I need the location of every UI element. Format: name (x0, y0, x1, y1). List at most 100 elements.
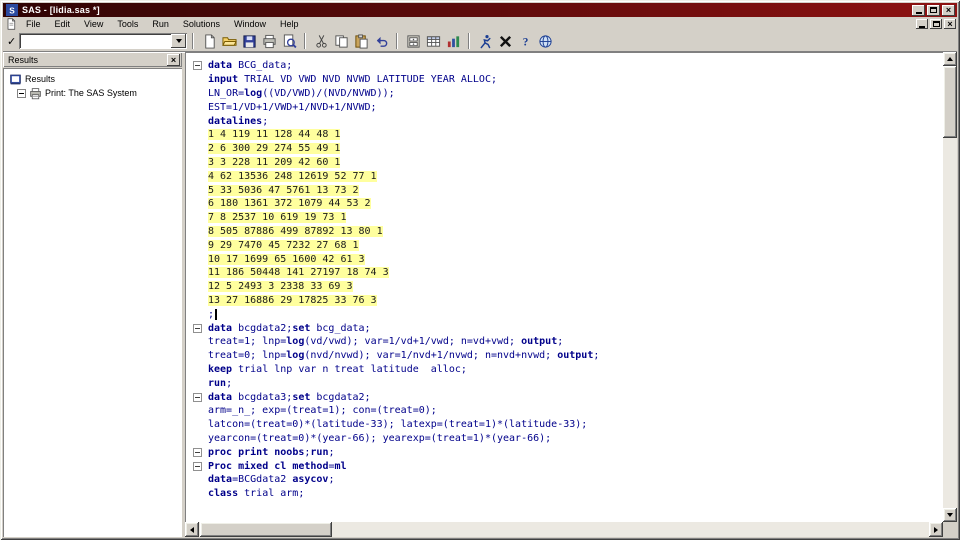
code-line[interactable]: Proc mixed cl method=ml (186, 459, 943, 473)
vertical-scroll-thumb[interactable] (943, 66, 957, 138)
title-bar[interactable]: S SAS - [lidia.sas *] × (3, 3, 957, 17)
command-input[interactable] (19, 35, 172, 47)
code-line[interactable]: 11 186 50448 141 27197 18 74 3 (186, 266, 943, 280)
tree-item[interactable]: Print: The SAS System (5, 86, 180, 100)
results-close-button[interactable]: × (167, 53, 180, 66)
code-line[interactable]: 4 62 13536 248 12619 52 77 1 (186, 169, 943, 183)
code-line[interactable]: treat=1; lnp=log(vd/vwd); var=1/vd+1/vwd… (186, 335, 943, 349)
new-library-button[interactable] (403, 32, 423, 50)
submit-run-button[interactable] (475, 32, 495, 50)
code-text: EST=1/VD+1/VWD+1/NVD+1/NVWD; (208, 101, 377, 113)
code-line[interactable]: keep trial lnp var n treat latitude allo… (186, 363, 943, 377)
code-line[interactable]: datalines; (186, 114, 943, 128)
table-editor-button[interactable] (423, 32, 443, 50)
menu-edit[interactable]: Edit (48, 18, 78, 30)
code-line[interactable]: class trial arm; (186, 487, 943, 501)
scroll-down-button[interactable] (943, 508, 957, 522)
print-preview-button[interactable] (279, 32, 299, 50)
chevron-down-icon (175, 39, 182, 43)
code-line[interactable]: 10 17 1699 65 1600 42 61 3 (186, 252, 943, 266)
code-line[interactable]: LN_OR=log((VD/VWD)/(NVD/NVWD)); (186, 87, 943, 101)
new-document-button[interactable] (199, 32, 219, 50)
child-restore-button[interactable] (930, 19, 942, 29)
code-text: 4 62 13536 248 12619 52 77 1 (208, 170, 377, 182)
results-panel-header[interactable]: Results × (3, 52, 182, 67)
code-line[interactable]: arm=_n_; exp=(treat=1); con=(treat=0); (186, 404, 943, 418)
code-text: proc print noobs;run; (208, 446, 335, 458)
menu-file[interactable]: File (19, 18, 48, 30)
fold-gutter[interactable] (186, 323, 208, 333)
fold-minus-icon[interactable] (192, 447, 202, 457)
code-line[interactable]: ; (186, 307, 943, 321)
undo-button[interactable] (371, 32, 391, 50)
fold-minus-icon[interactable] (192, 392, 202, 402)
code-line[interactable]: 8 505 87886 499 87892 13 80 1 (186, 225, 943, 239)
code-lines: data BCG_data; input TRIAL VD VWD NVD NVW… (186, 59, 943, 501)
minimize-button[interactable] (912, 4, 925, 16)
menu-run[interactable]: Run (145, 18, 176, 30)
paste-button[interactable] (351, 32, 371, 50)
code-line[interactable]: input TRIAL VD VWD NVD NVWD LATITUDE YEA… (186, 73, 943, 87)
fold-minus-icon[interactable] (192, 61, 202, 71)
code-line[interactable]: EST=1/VD+1/VWD+1/NVD+1/NVWD; (186, 100, 943, 114)
break-button[interactable] (495, 32, 515, 50)
code-text: data=BCGdata2 asycov; (208, 474, 335, 486)
sas-logo-icon[interactable]: S (6, 4, 18, 16)
command-check-icon[interactable]: ✓ (7, 35, 16, 48)
code-line[interactable]: 9 29 7470 45 7232 27 68 1 (186, 238, 943, 252)
online-docs-button[interactable] (535, 32, 555, 50)
code-line[interactable]: data=BCGdata2 asycov; (186, 473, 943, 487)
scroll-right-button[interactable] (929, 522, 943, 537)
menu-view[interactable]: View (77, 18, 110, 30)
code-line[interactable]: treat=0; lnp=log(nvd/nvwd); var=1/nvd+1/… (186, 349, 943, 363)
vertical-scrollbar[interactable] (943, 52, 957, 522)
code-line[interactable]: 6 180 1361 372 1079 44 53 2 (186, 197, 943, 211)
code-line[interactable]: latcon=(treat=0)*(latitude-33); latexp=(… (186, 418, 943, 432)
tree-item-label: Results (25, 74, 56, 84)
menu-solutions[interactable]: Solutions (176, 18, 227, 30)
code-line[interactable]: yearcon=(treat=0)*(year-66); yearexp=(tr… (186, 432, 943, 446)
fold-gutter[interactable] (186, 447, 208, 457)
code-editor[interactable]: data BCG_data; input TRIAL VD VWD NVD NVW… (185, 52, 943, 522)
open-folder-button[interactable] (219, 32, 239, 50)
document-icon[interactable] (5, 18, 17, 30)
code-line[interactable]: 1 4 119 11 128 44 48 1 (186, 128, 943, 142)
save-button[interactable] (239, 32, 259, 50)
code-line[interactable]: data BCG_data; (186, 59, 943, 73)
child-close-button[interactable]: × (944, 19, 956, 29)
menu-tools[interactable]: Tools (110, 18, 145, 30)
code-line[interactable]: 2 6 300 29 274 55 49 1 (186, 142, 943, 156)
scroll-left-button[interactable] (185, 522, 199, 537)
code-line[interactable]: data bcgdata3;set bcgdata2; (186, 390, 943, 404)
fold-gutter[interactable] (186, 461, 208, 471)
code-line[interactable]: data bcgdata2;set bcg_data; (186, 321, 943, 335)
code-line[interactable]: 13 27 16886 29 17825 33 76 3 (186, 294, 943, 308)
maximize-button[interactable] (927, 4, 940, 16)
copy-button[interactable] (331, 32, 351, 50)
tree-item[interactable]: Results (5, 72, 180, 86)
child-minimize-button[interactable] (916, 19, 928, 29)
fold-gutter[interactable] (186, 392, 208, 402)
collapse-minus-icon[interactable] (17, 88, 26, 98)
fold-minus-icon[interactable] (192, 323, 202, 333)
fold-gutter[interactable] (186, 61, 208, 71)
command-dropdown-button[interactable] (171, 34, 187, 48)
code-line[interactable]: proc print noobs;run; (186, 445, 943, 459)
command-bar[interactable] (19, 33, 188, 49)
code-line[interactable]: 3 3 228 11 209 42 60 1 (186, 156, 943, 170)
code-line[interactable]: run; (186, 376, 943, 390)
horizontal-scrollbar[interactable] (185, 522, 943, 537)
code-line[interactable]: 5 33 5036 47 5761 13 73 2 (186, 183, 943, 197)
scroll-up-button[interactable] (943, 52, 957, 66)
horizontal-scroll-thumb[interactable] (200, 522, 332, 537)
menu-window[interactable]: Window (227, 18, 273, 30)
menu-help[interactable]: Help (273, 18, 306, 30)
code-line[interactable]: 12 5 2493 3 2338 33 69 3 (186, 280, 943, 294)
fold-minus-icon[interactable] (192, 461, 202, 471)
graphics-button[interactable] (443, 32, 463, 50)
cut-button[interactable] (311, 32, 331, 50)
print-button[interactable] (259, 32, 279, 50)
code-line[interactable]: 7 8 2537 10 619 19 73 1 (186, 211, 943, 225)
help-button[interactable]: ? (515, 32, 535, 50)
close-button[interactable]: × (942, 4, 955, 16)
